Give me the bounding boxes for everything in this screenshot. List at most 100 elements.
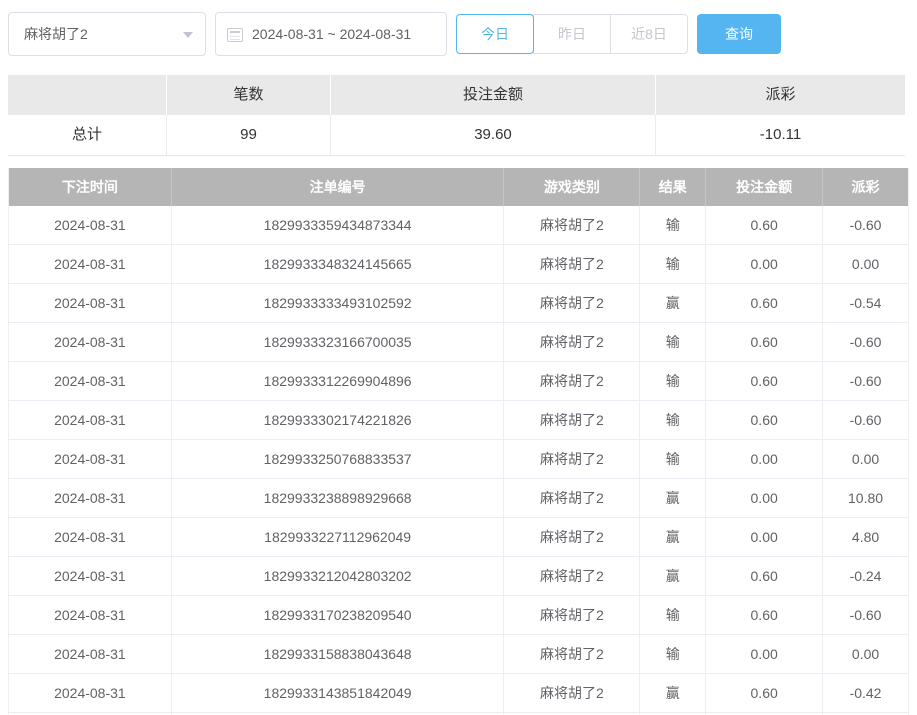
game-select[interactable]: 麻将胡了2 xyxy=(8,12,206,56)
summary-total-bet-amount: 39.60 xyxy=(331,115,656,155)
cell-bet-time: 2024-08-31 xyxy=(9,323,172,361)
cell-game-type: 麻将胡了2 xyxy=(504,284,640,322)
table-row: 2024-08-311829933250768833537麻将胡了2输0.000… xyxy=(9,440,908,479)
header-result: 结果 xyxy=(640,168,706,206)
cell-bet-time: 2024-08-31 xyxy=(9,674,172,712)
cell-bet-amount: 0.60 xyxy=(706,674,823,712)
cell-game-type: 麻将胡了2 xyxy=(504,557,640,595)
cell-game-type: 麻将胡了2 xyxy=(504,518,640,556)
cell-bet-amount: 0.00 xyxy=(706,440,823,478)
cell-bet-time: 2024-08-31 xyxy=(9,557,172,595)
query-button[interactable]: 查询 xyxy=(697,14,781,54)
table-row: 2024-08-311829933227112962049麻将胡了2赢0.004… xyxy=(9,518,908,557)
cell-bet-amount: 0.00 xyxy=(706,635,823,673)
cell-result: 赢 xyxy=(640,518,706,556)
cell-game-type: 麻将胡了2 xyxy=(504,596,640,634)
header-bet-amount: 投注金额 xyxy=(706,168,823,206)
cell-payout: 4.80 xyxy=(823,518,908,556)
table-row: 2024-08-311829933158838043648麻将胡了2输0.000… xyxy=(9,635,908,674)
cell-game-type: 麻将胡了2 xyxy=(504,206,640,244)
table-row: 2024-08-311829933302174221826麻将胡了2输0.60-… xyxy=(9,401,908,440)
cell-game-type: 麻将胡了2 xyxy=(504,674,640,712)
summary-total-label: 总计 xyxy=(8,115,167,155)
cell-payout: -0.24 xyxy=(823,557,908,595)
cell-bet-amount: 0.60 xyxy=(706,362,823,400)
cell-game-type: 麻将胡了2 xyxy=(504,245,640,283)
cell-result: 输 xyxy=(640,323,706,361)
summary-header-count: 笔数 xyxy=(167,75,331,115)
table-row: 2024-08-311829933143851842049麻将胡了2赢0.60-… xyxy=(9,674,908,713)
cell-order-id: 1829933323166700035 xyxy=(172,323,505,361)
cell-bet-time: 2024-08-31 xyxy=(9,518,172,556)
summary-total-row: 总计 99 39.60 -10.11 xyxy=(8,115,905,155)
summary-table: 笔数 投注金额 派彩 总计 99 39.60 -10.11 xyxy=(8,75,905,156)
summary-total-payout: -10.11 xyxy=(656,115,905,155)
bets-table: 下注时间 注单编号 游戏类别 结果 投注金额 派彩 2024-08-311829… xyxy=(8,168,909,715)
today-button[interactable]: 今日 xyxy=(456,14,534,54)
chevron-down-icon xyxy=(183,32,193,38)
cell-order-id: 1829933170238209540 xyxy=(172,596,505,634)
game-select-value: 麻将胡了2 xyxy=(24,24,88,44)
cell-payout: -0.60 xyxy=(823,596,908,634)
summary-header-empty xyxy=(8,75,167,115)
cell-bet-amount: 0.60 xyxy=(706,557,823,595)
cell-payout: 0.00 xyxy=(823,440,908,478)
cell-payout: -0.60 xyxy=(823,401,908,439)
header-game-type: 游戏类别 xyxy=(504,168,640,206)
yesterday-button[interactable]: 昨日 xyxy=(533,14,611,54)
cell-payout: -0.60 xyxy=(823,362,908,400)
page: 麻将胡了2 2024-08-31 ~ 2024-08-31 今日 昨日 近8日 … xyxy=(0,0,917,715)
cell-order-id: 1829933359434873344 xyxy=(172,206,505,244)
cell-result: 输 xyxy=(640,401,706,439)
cell-bet-amount: 0.00 xyxy=(706,479,823,517)
cell-bet-amount: 0.60 xyxy=(706,206,823,244)
cell-order-id: 1829933250768833537 xyxy=(172,440,505,478)
last-8-days-button[interactable]: 近8日 xyxy=(610,14,688,54)
cell-bet-time: 2024-08-31 xyxy=(9,479,172,517)
cell-order-id: 1829933227112962049 xyxy=(172,518,505,556)
cell-bet-time: 2024-08-31 xyxy=(9,206,172,244)
cell-payout: 10.80 xyxy=(823,479,908,517)
cell-payout: -0.60 xyxy=(823,206,908,244)
table-row: 2024-08-311829933212042803202麻将胡了2赢0.60-… xyxy=(9,557,908,596)
cell-order-id: 1829933143851842049 xyxy=(172,674,505,712)
cell-payout: -0.42 xyxy=(823,674,908,712)
cell-bet-time: 2024-08-31 xyxy=(9,284,172,322)
summary-header-row: 笔数 投注金额 派彩 xyxy=(8,75,905,115)
range-button-group: 今日 昨日 近8日 xyxy=(456,14,688,54)
date-range-picker[interactable]: 2024-08-31 ~ 2024-08-31 xyxy=(215,12,447,56)
header-bet-time: 下注时间 xyxy=(9,168,172,206)
cell-bet-time: 2024-08-31 xyxy=(9,362,172,400)
cell-result: 输 xyxy=(640,635,706,673)
header-payout: 派彩 xyxy=(823,168,908,206)
table-row: 2024-08-311829933323166700035麻将胡了2输0.60-… xyxy=(9,323,908,362)
cell-result: 输 xyxy=(640,362,706,400)
cell-game-type: 麻将胡了2 xyxy=(504,635,640,673)
cell-payout: 0.00 xyxy=(823,635,908,673)
cell-bet-amount: 0.00 xyxy=(706,518,823,556)
cell-order-id: 1829933212042803202 xyxy=(172,557,505,595)
cell-result: 输 xyxy=(640,596,706,634)
cell-result: 输 xyxy=(640,440,706,478)
cell-order-id: 1829933158838043648 xyxy=(172,635,505,673)
table-row: 2024-08-311829933359434873344麻将胡了2输0.60-… xyxy=(9,206,908,245)
table-row: 2024-08-311829933238898929668麻将胡了2赢0.001… xyxy=(9,479,908,518)
bets-table-header: 下注时间 注单编号 游戏类别 结果 投注金额 派彩 xyxy=(9,168,908,206)
cell-bet-time: 2024-08-31 xyxy=(9,635,172,673)
cell-bet-time: 2024-08-31 xyxy=(9,401,172,439)
cell-result: 赢 xyxy=(640,557,706,595)
table-row: 2024-08-311829933312269904896麻将胡了2输0.60-… xyxy=(9,362,908,401)
cell-bet-time: 2024-08-31 xyxy=(9,440,172,478)
cell-game-type: 麻将胡了2 xyxy=(504,362,640,400)
cell-game-type: 麻将胡了2 xyxy=(504,323,640,361)
cell-bet-amount: 0.60 xyxy=(706,596,823,634)
cell-game-type: 麻将胡了2 xyxy=(504,401,640,439)
table-row: 2024-08-311829933333493102592麻将胡了2赢0.60-… xyxy=(9,284,908,323)
table-body: 2024-08-311829933359434873344麻将胡了2输0.60-… xyxy=(9,206,908,715)
cell-order-id: 1829933312269904896 xyxy=(172,362,505,400)
cell-result: 赢 xyxy=(640,674,706,712)
cell-order-id: 1829933348324145665 xyxy=(172,245,505,283)
table-row: 2024-08-311829933170238209540麻将胡了2输0.60-… xyxy=(9,596,908,635)
cell-order-id: 1829933333493102592 xyxy=(172,284,505,322)
cell-payout: -0.60 xyxy=(823,323,908,361)
